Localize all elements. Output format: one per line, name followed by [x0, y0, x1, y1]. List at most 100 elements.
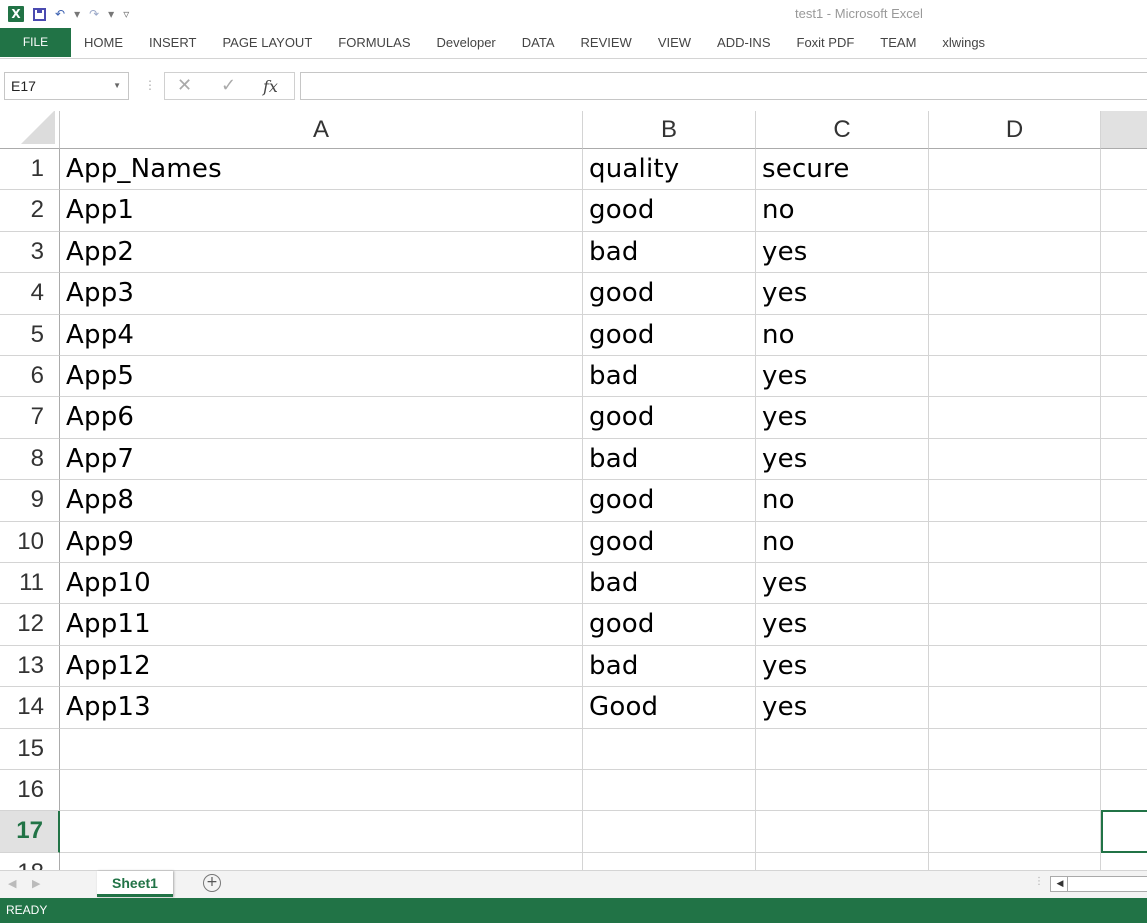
cell-b1[interactable]: quality — [583, 149, 756, 191]
tab-team[interactable]: TEAM — [867, 28, 929, 57]
cell-b14[interactable]: Good — [583, 687, 756, 729]
cell-e16[interactable] — [1101, 770, 1147, 812]
cell-e13[interactable] — [1101, 646, 1147, 688]
cell-c18[interactable] — [756, 852, 929, 870]
cell-a6[interactable]: App5 — [60, 356, 583, 398]
tab-xlwings[interactable]: xlwings — [929, 28, 998, 57]
cell-c15[interactable] — [756, 728, 929, 770]
row-header-16[interactable]: 16 — [0, 770, 60, 812]
cell-e14[interactable] — [1101, 687, 1147, 729]
cell-b6[interactable]: bad — [583, 356, 756, 398]
tab-page-layout[interactable]: PAGE LAYOUT — [209, 28, 325, 57]
row-header-4[interactable]: 4 — [0, 273, 60, 315]
row-header-17[interactable]: 17 — [0, 811, 60, 853]
cell-d15[interactable] — [929, 728, 1101, 770]
row-header-9[interactable]: 9 — [0, 480, 60, 522]
column-header-e[interactable] — [1101, 111, 1147, 149]
cell-c4[interactable]: yes — [756, 273, 929, 315]
cell-e4[interactable] — [1101, 273, 1147, 315]
tab-add-ins[interactable]: ADD-INS — [704, 28, 783, 57]
cell-d1[interactable] — [929, 149, 1101, 191]
column-header-b[interactable]: B — [583, 111, 756, 149]
cell-d13[interactable] — [929, 645, 1101, 688]
name-box[interactable]: E17 ▼ — [4, 72, 129, 100]
redo-icon[interactable]: ↷ — [89, 6, 99, 22]
cell-c1[interactable]: secure — [756, 149, 929, 191]
insert-function-icon[interactable]: fx — [263, 77, 278, 96]
cell-a17[interactable] — [60, 811, 583, 853]
cell-d18[interactable] — [929, 852, 1101, 870]
cell-e8[interactable] — [1101, 439, 1147, 481]
cell-e18[interactable] — [1101, 853, 1147, 870]
cell-e6[interactable] — [1101, 356, 1147, 398]
cell-b9[interactable]: good — [583, 480, 756, 522]
cell-a11[interactable]: App10 — [60, 563, 583, 605]
row-header-5[interactable]: 5 — [0, 314, 60, 356]
cell-b4[interactable]: good — [583, 273, 756, 315]
cell-d17[interactable] — [929, 811, 1101, 853]
selected-cell-outline[interactable] — [1101, 810, 1147, 854]
cell-d12[interactable] — [929, 604, 1101, 646]
cell-d2[interactable] — [929, 190, 1101, 232]
cell-b16[interactable] — [583, 770, 756, 812]
add-sheet-icon[interactable]: + — [203, 874, 221, 892]
cell-c10[interactable]: no — [756, 521, 929, 563]
cell-a1[interactable]: App_Names — [60, 149, 583, 191]
cell-b18[interactable] — [583, 852, 756, 870]
formula-input[interactable] — [300, 72, 1147, 100]
undo-icon[interactable]: ↶ — [55, 6, 65, 22]
customize-toolbar-icon[interactable]: ▿ — [123, 6, 129, 22]
cell-b2[interactable]: good — [583, 190, 756, 232]
row-header-14[interactable]: 14 — [0, 687, 60, 729]
cell-d16[interactable] — [929, 770, 1101, 812]
cell-a16[interactable] — [60, 770, 583, 812]
cell-d9[interactable] — [929, 480, 1101, 522]
tab-review[interactable]: REVIEW — [568, 28, 645, 57]
cell-a2[interactable]: App1 — [60, 190, 583, 232]
cell-b5[interactable]: good — [583, 314, 756, 356]
cell-c8[interactable]: yes — [756, 438, 929, 481]
tab-home[interactable]: HOME — [71, 28, 136, 57]
cell-b3[interactable]: bad — [583, 231, 756, 274]
column-header-c[interactable]: C — [756, 111, 929, 149]
cell-c14[interactable]: yes — [756, 687, 929, 729]
save-icon[interactable] — [33, 7, 46, 21]
row-header-3[interactable]: 3 — [0, 231, 60, 274]
tab-developer[interactable]: Developer — [424, 28, 509, 57]
cell-e15[interactable] — [1101, 729, 1147, 770]
undo-dropdown-icon[interactable]: ▾ — [74, 6, 80, 22]
cell-d3[interactable] — [929, 231, 1101, 274]
tab-data[interactable]: DATA — [509, 28, 568, 57]
cell-a18[interactable] — [60, 852, 583, 870]
cell-b17[interactable] — [583, 811, 756, 853]
row-header-10[interactable]: 10 — [0, 521, 60, 563]
cell-c5[interactable]: no — [756, 314, 929, 356]
cell-b12[interactable]: good — [583, 604, 756, 646]
cell-a13[interactable]: App12 — [60, 645, 583, 688]
sheet-next-arrow-icon[interactable]: ▶ — [32, 877, 40, 890]
horizontal-scrollbar[interactable]: ◀ — [1050, 876, 1147, 892]
cell-a15[interactable] — [60, 728, 583, 770]
cell-a5[interactable]: App4 — [60, 314, 583, 356]
cell-c12[interactable]: yes — [756, 604, 929, 646]
worksheet-grid[interactable]: A B C D 1 App_Names quality secure 2 App1 good no 3 A… — [0, 111, 1147, 870]
cell-d14[interactable] — [929, 687, 1101, 729]
cell-b15[interactable] — [583, 728, 756, 770]
row-header-7[interactable]: 7 — [0, 397, 60, 439]
cell-e10[interactable] — [1101, 522, 1147, 563]
tab-formulas[interactable]: FORMULAS — [325, 28, 423, 57]
select-all-corner[interactable] — [0, 111, 60, 149]
cell-c6[interactable]: yes — [756, 356, 929, 398]
cell-a3[interactable]: App2 — [60, 231, 583, 274]
row-header-18[interactable]: 18 — [0, 852, 60, 870]
cell-a7[interactable]: App6 — [60, 397, 583, 439]
scroll-splitter-icon[interactable]: ⋮ — [1034, 876, 1044, 887]
sheet-tab-sheet1[interactable]: Sheet1 — [97, 871, 173, 897]
cell-b8[interactable]: bad — [583, 438, 756, 481]
tab-foxit-pdf[interactable]: Foxit PDF — [784, 28, 868, 57]
column-header-d[interactable]: D — [929, 111, 1101, 149]
cell-d10[interactable] — [929, 521, 1101, 563]
cell-e11[interactable] — [1101, 563, 1147, 605]
cell-d5[interactable] — [929, 314, 1101, 356]
cell-c2[interactable]: no — [756, 190, 929, 232]
